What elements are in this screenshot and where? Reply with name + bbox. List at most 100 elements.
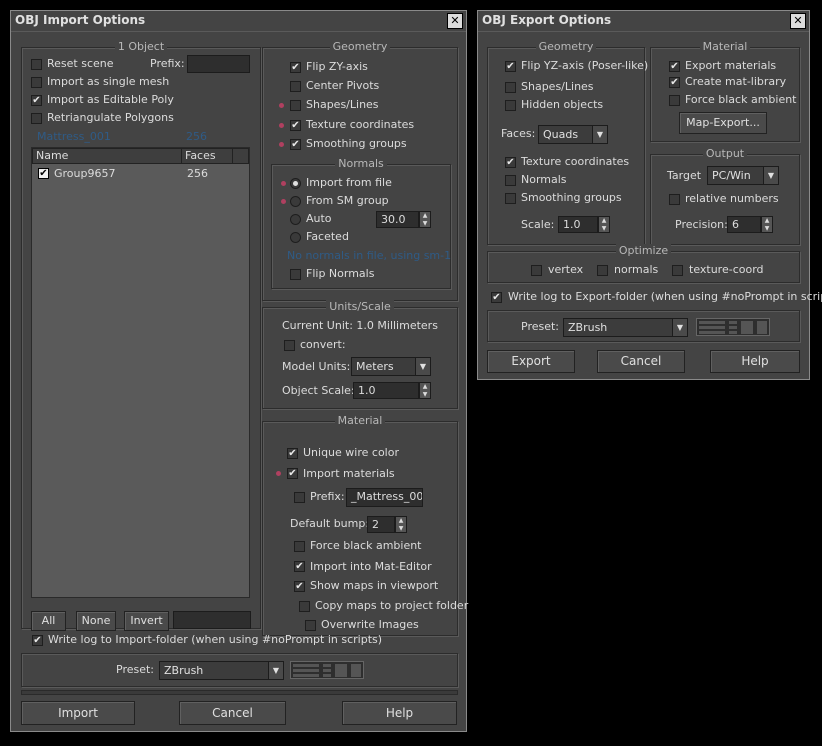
force-black-ambient-checkbox[interactable]	[294, 541, 305, 552]
export-preset-grid-icon[interactable]	[696, 318, 770, 336]
import-materials-checkbox[interactable]: ✔	[287, 468, 298, 479]
import-from-file-indicator	[281, 181, 286, 186]
import-preset-grid-icon[interactable]	[290, 661, 364, 679]
list-item-checkbox[interactable]: ✔	[38, 168, 49, 179]
export-materials-checkbox[interactable]: ✔	[669, 61, 680, 72]
flip-yz-checkbox[interactable]: ✔	[505, 61, 516, 72]
reset-scene-label: Reset scene	[47, 57, 114, 70]
faces-label: Faces:	[501, 127, 536, 140]
create-mat-library-checkbox[interactable]: ✔	[669, 77, 680, 88]
list-header-faces[interactable]: Faces	[181, 148, 233, 164]
model-units-dropdown[interactable]: Meters ▼	[351, 357, 431, 376]
export-write-log-checkbox[interactable]: ✔	[491, 292, 502, 303]
select-none-button[interactable]: None	[76, 611, 116, 631]
import-button[interactable]: Import	[21, 701, 135, 725]
export-smoothing-groups-checkbox[interactable]	[505, 193, 516, 204]
import-preset-dropdown[interactable]: ZBrush ▼	[159, 661, 284, 680]
export-optimize-group: Optimize vertex normals texture-coord	[487, 244, 800, 283]
material-prefix-input[interactable]: _Mattress_001	[346, 488, 423, 507]
export-close-button[interactable]: ✕	[790, 13, 806, 29]
import-single-mesh-checkbox[interactable]	[31, 77, 42, 88]
center-pivots-checkbox[interactable]	[290, 81, 301, 92]
export-shapes-lines-checkbox[interactable]	[505, 82, 516, 93]
faceted-radio[interactable]	[290, 232, 301, 243]
list-header-spacer	[232, 148, 249, 164]
auto-angle-spinner[interactable]: ▲ ▼	[419, 211, 431, 228]
select-all-button[interactable]: All	[31, 611, 66, 631]
export-output-title: Output	[702, 147, 748, 160]
optimize-normals-checkbox[interactable]	[597, 265, 608, 276]
reset-scene-checkbox[interactable]	[31, 59, 42, 70]
optimize-texture-coord-checkbox[interactable]	[672, 265, 683, 276]
import-window-title: OBJ Import Options	[15, 13, 146, 27]
object-scale-spinner[interactable]: ▲ ▼	[419, 382, 431, 399]
import-close-button[interactable]: ✕	[447, 13, 463, 29]
texture-coords-label: Texture coordinates	[306, 118, 415, 131]
current-unit-label: Current Unit: 1.0 Millimeters	[282, 319, 438, 332]
list-header-name[interactable]: Name	[32, 148, 182, 164]
import-prefix-input[interactable]	[187, 55, 250, 73]
shapes-lines-checkbox[interactable]	[290, 100, 301, 111]
default-bump-input[interactable]: 2	[367, 516, 395, 533]
smoothing-groups-checkbox[interactable]: ✔	[290, 139, 301, 150]
copy-maps-checkbox[interactable]	[299, 601, 310, 612]
texture-coords-checkbox[interactable]: ✔	[290, 120, 301, 131]
from-sm-group-radio[interactable]	[290, 196, 301, 207]
unique-wire-checkbox[interactable]: ✔	[287, 448, 298, 459]
obj-import-window: OBJ Import Options ✕ 1 Object Reset scen…	[10, 10, 468, 732]
flip-zy-checkbox[interactable]: ✔	[290, 62, 301, 73]
export-cancel-button[interactable]: Cancel	[597, 350, 685, 373]
precision-spinner[interactable]: ▲ ▼	[761, 216, 773, 233]
object-scale-input[interactable]: 1.0	[353, 382, 419, 399]
invert-selection-button[interactable]: Invert	[124, 611, 169, 631]
precision-input[interactable]: 6	[727, 216, 761, 233]
export-force-black-checkbox[interactable]	[669, 95, 680, 106]
texture-coords-indicator	[279, 123, 284, 128]
export-texture-coords-checkbox[interactable]: ✔	[505, 157, 516, 168]
flip-normals-checkbox[interactable]	[290, 269, 301, 280]
object-list[interactable]: Name Faces ✔ Group9657 256	[31, 147, 250, 598]
flip-normals-label: Flip Normals	[306, 267, 375, 280]
faces-dropdown[interactable]: Quads ▼	[538, 125, 608, 144]
export-button[interactable]: Export	[487, 350, 575, 373]
import-editable-poly-checkbox[interactable]: ✔	[31, 95, 42, 106]
geometry-group-title: Geometry	[329, 40, 391, 53]
export-smoothing-groups-label: Smoothing groups	[521, 191, 622, 204]
import-write-log-checkbox[interactable]: ✔	[32, 635, 43, 646]
import-mat-editor-checkbox[interactable]: ✔	[294, 561, 305, 572]
target-dropdown[interactable]: PC/Win ▼	[707, 166, 779, 185]
hidden-objects-checkbox[interactable]	[505, 100, 516, 111]
import-help-button[interactable]: Help	[342, 701, 457, 725]
import-materials-label: Import materials	[303, 467, 395, 480]
show-maps-checkbox[interactable]: ✔	[294, 581, 305, 592]
relative-numbers-checkbox[interactable]	[669, 194, 680, 205]
import-write-log-label: Write log to Import-folder (when using #…	[48, 633, 383, 646]
import-from-file-radio[interactable]	[290, 178, 301, 189]
retriangulate-checkbox[interactable]	[31, 113, 42, 124]
default-bump-spinner[interactable]: ▲ ▼	[395, 516, 407, 533]
export-scale-spinner[interactable]: ▲ ▼	[598, 216, 610, 233]
export-help-button[interactable]: Help	[710, 350, 800, 373]
export-scale-input[interactable]: 1.0	[558, 216, 598, 233]
flip-zy-label: Flip ZY-axis	[306, 60, 368, 73]
optimize-vertex-label: vertex	[548, 263, 584, 276]
export-scale-label: Scale:	[521, 218, 555, 231]
material-prefix-checkbox[interactable]	[294, 492, 305, 503]
list-item[interactable]: ✔ Group9657 256	[32, 165, 249, 183]
auto-radio[interactable]	[290, 214, 301, 225]
import-titlebar: OBJ Import Options ✕	[11, 11, 466, 32]
export-preset-dropdown[interactable]: ZBrush ▼	[563, 318, 688, 337]
optimize-vertex-checkbox[interactable]	[531, 265, 542, 276]
convert-checkbox[interactable]	[284, 340, 295, 351]
export-normals-checkbox[interactable]	[505, 175, 516, 186]
import-preset-label: Preset:	[116, 663, 155, 676]
import-cancel-button[interactable]: Cancel	[179, 701, 286, 725]
object-filter-input[interactable]	[173, 611, 251, 629]
export-geometry-group: Geometry ✔ Flip YZ-axis (Poser-like) Sha…	[487, 40, 648, 245]
auto-angle-input[interactable]: 30.0	[376, 211, 419, 228]
export-preset-label: Preset:	[521, 320, 560, 333]
faceted-label: Faceted	[306, 230, 349, 243]
map-export-button[interactable]: Map-Export...	[679, 112, 767, 134]
chevron-down-icon: ▼	[415, 358, 430, 375]
overwrite-images-checkbox[interactable]	[305, 620, 316, 631]
